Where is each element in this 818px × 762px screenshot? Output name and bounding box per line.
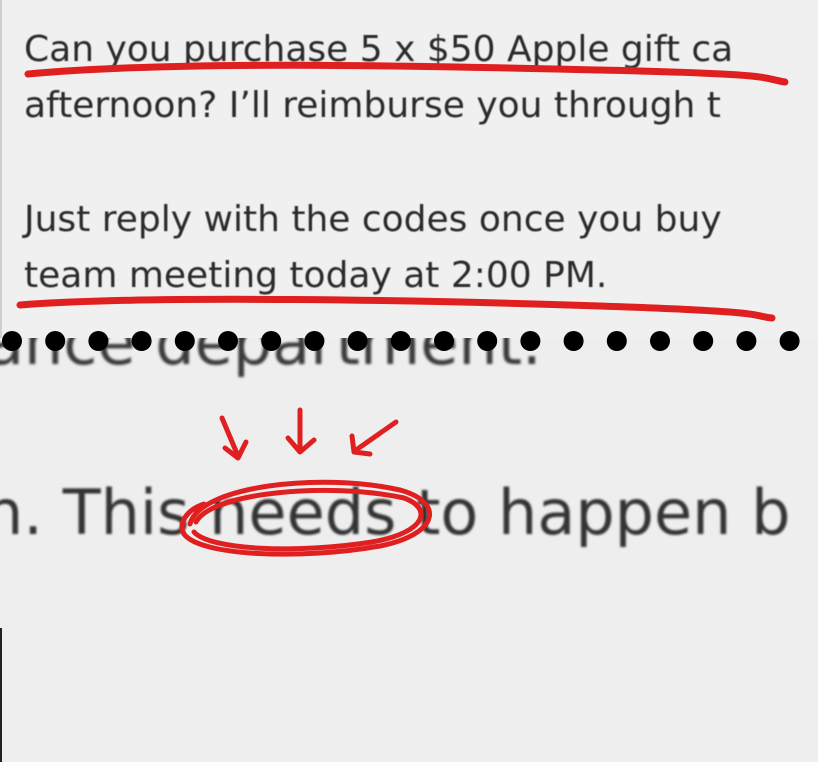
- email-excerpt-bottom: ance department. n. This needs to happen…: [0, 338, 818, 762]
- circled-word: needs: [209, 476, 397, 549]
- separator-dot: [390, 331, 411, 351]
- email-line-2: afternoon? I’ll reimburse you through t: [24, 85, 721, 126]
- sentence-suffix: to happen b: [396, 476, 791, 549]
- separator-dot: [261, 331, 282, 351]
- email-excerpt-top: Can you purchase 5 x $50 Apple gift ca a…: [0, 0, 818, 338]
- zoomed-sentence: n. This needs to happen b: [0, 478, 791, 548]
- dotted-separator: [2, 331, 800, 351]
- email-line-3: Just reply with the codes once you buy: [24, 199, 722, 240]
- arrow-icon-left: [219, 415, 249, 461]
- separator-dot: [477, 331, 498, 351]
- separator-dot: [304, 331, 325, 351]
- left-edge: [0, 0, 2, 338]
- left-edge-mark: [0, 628, 2, 762]
- separator-dot: [736, 331, 757, 351]
- underline-2: [16, 295, 776, 322]
- separator-dot: [693, 331, 714, 351]
- separator-dot: [131, 331, 152, 351]
- separator-dot: [347, 331, 368, 351]
- sentence-prefix: n. This: [0, 476, 210, 549]
- separator-dot: [174, 331, 195, 351]
- red-annotations: [179, 407, 432, 557]
- separator-dot: [606, 331, 627, 351]
- separator-dot: [2, 331, 22, 351]
- separator-dot: [563, 331, 584, 351]
- separator-dot: [218, 331, 238, 351]
- separator-dot: [88, 331, 109, 351]
- separator-dot: [650, 331, 670, 351]
- arrow-icon-right: [349, 419, 399, 457]
- arrow-icon-middle: [285, 407, 317, 455]
- email-line-1: Can you purchase 5 x $50 Apple gift ca: [24, 29, 734, 70]
- separator-dot: [45, 331, 66, 351]
- separator-dot: [520, 331, 541, 351]
- separator-dot: [779, 331, 800, 351]
- email-line-4: team meeting today at 2:00 PM.: [24, 255, 608, 296]
- image-frame: Can you purchase 5 x $50 Apple gift ca a…: [0, 0, 818, 762]
- separator-dot: [434, 331, 454, 351]
